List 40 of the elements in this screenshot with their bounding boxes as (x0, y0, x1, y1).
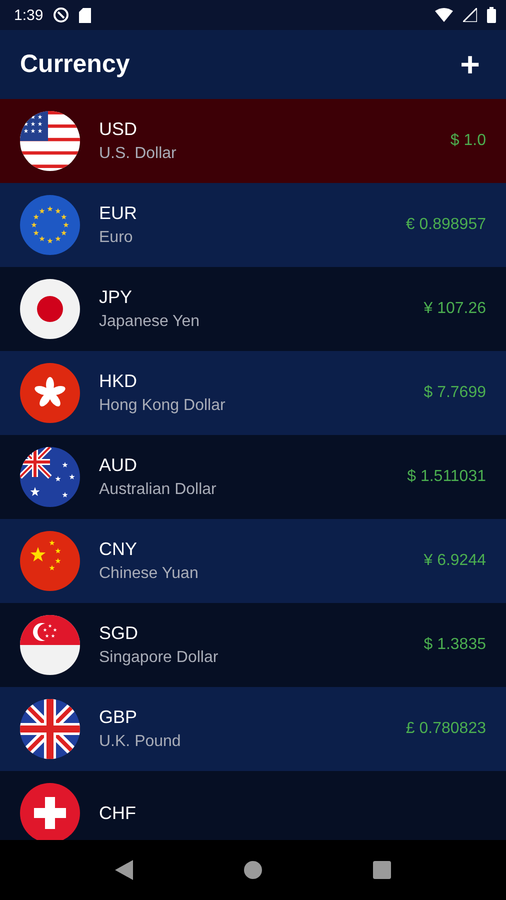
exchange-rate: ¥ 107.26 (424, 300, 486, 318)
currency-name: U.K. Pound (99, 733, 182, 751)
currency-code: CNY (99, 539, 138, 560)
recents-icon[interactable] (372, 861, 391, 879)
status-time: 1:39 (14, 6, 44, 24)
currency-code: JPY (99, 287, 134, 308)
exchange-rate: $ 1.3835 (424, 636, 486, 654)
currency-name: Singapore Dollar (99, 649, 220, 667)
currency-row[interactable]: EUR Euro € 0.898957 (0, 183, 506, 267)
currency-code: CHF (99, 802, 137, 824)
currency-row[interactable]: HKD Hong Kong Dollar $ 7.7699 (0, 351, 506, 435)
currency-code: USD (99, 119, 138, 140)
currency-name: Japanese Yen (99, 313, 201, 331)
add-button[interactable]: + (456, 48, 484, 82)
currency-row[interactable]: GBP U.K. Pound £ 0.780823 (0, 687, 506, 771)
app-title: Currency (20, 50, 130, 79)
currency-code: AUD (99, 455, 138, 476)
currency-name: Hong Kong Dollar (99, 397, 226, 415)
wifi-icon (435, 8, 453, 22)
exchange-rate: ¥ 6.9244 (424, 552, 486, 570)
exchange-rate: $ 1.511031 (407, 468, 486, 486)
currency-name: Euro (99, 229, 134, 247)
currency-row[interactable]: CNY Chinese Yuan ¥ 6.9244 (0, 519, 506, 603)
currency-name: Australian Dollar (99, 481, 218, 499)
exchange-rate: $ 1.0 (450, 132, 486, 150)
exchange-rate: $ 7.7699 (424, 384, 486, 402)
back-icon[interactable] (115, 860, 134, 880)
battery-icon (487, 7, 496, 23)
home-icon[interactable] (244, 861, 262, 879)
exchange-rate: € 0.898957 (406, 216, 486, 234)
currency-name: Chinese Yuan (99, 565, 200, 583)
currency-name: U.S. Dollar (99, 145, 178, 163)
signal-icon (463, 8, 477, 22)
currency-code: HKD (99, 371, 138, 392)
currency-code: EUR (99, 203, 138, 224)
exchange-rate: £ 0.780823 (406, 720, 486, 738)
currency-code: GBP (99, 707, 138, 728)
currency-row[interactable]: USD U.S. Dollar $ 1.0 (0, 99, 506, 183)
currency-code: SGD (99, 623, 140, 644)
sd-card-icon (79, 8, 92, 22)
